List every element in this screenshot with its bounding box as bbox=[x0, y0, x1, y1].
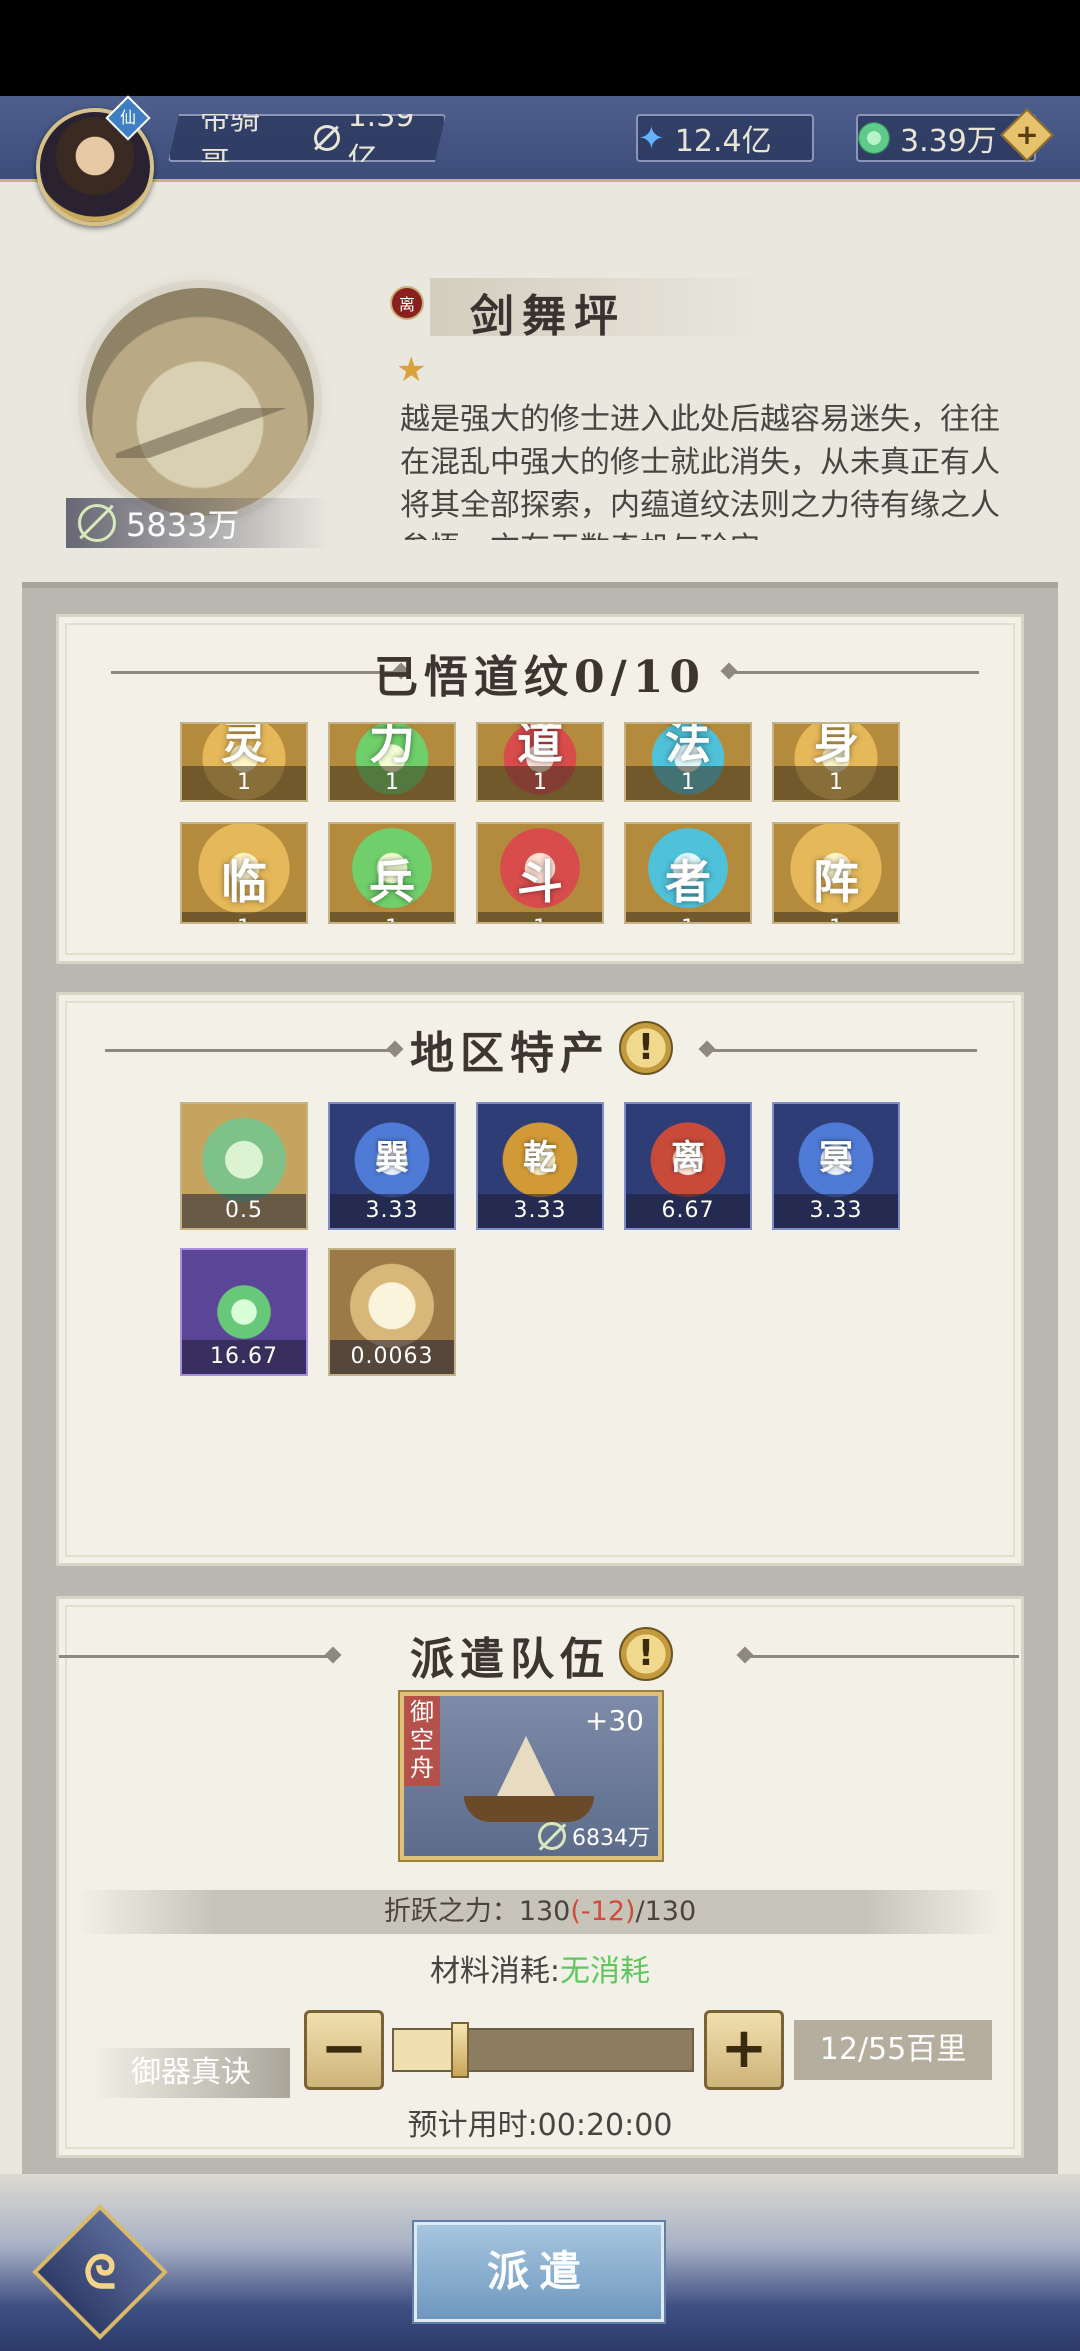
daowen-glyph: 灵 bbox=[221, 722, 267, 769]
specialty-item-glyph: 巽 bbox=[375, 1138, 409, 1178]
specialty-info-button[interactable]: ! bbox=[619, 1021, 673, 1075]
distance-slider-handle[interactable] bbox=[450, 2022, 469, 2078]
plus-icon: + bbox=[1015, 118, 1039, 151]
spirit-stone-pill: ✦ 12.4亿 bbox=[636, 114, 814, 162]
material-label: 材料消耗: bbox=[429, 1954, 561, 1989]
daowen-count: 1 bbox=[182, 766, 306, 800]
specialty-item[interactable]: 巽 3.33 bbox=[328, 1102, 456, 1230]
ship-level: +30 bbox=[584, 1704, 644, 1737]
daowen-count: 1 bbox=[478, 766, 602, 800]
specialty-item-value: 3.33 bbox=[478, 1194, 602, 1228]
ship-card[interactable]: 御空舟 +30 6834万 bbox=[400, 1692, 662, 1860]
daowen-tile[interactable]: 临1 bbox=[180, 822, 308, 924]
specialty-item-glyph: 乾 bbox=[523, 1138, 557, 1178]
daowen-glyph: 道 bbox=[517, 722, 563, 769]
material-value: 无消耗 bbox=[560, 1954, 651, 1989]
distance-slider[interactable] bbox=[392, 2022, 694, 2078]
daowen-glyph: 斗 bbox=[517, 855, 563, 909]
specialty-item-value: 0.0063 bbox=[330, 1340, 454, 1374]
increase-distance-button[interactable]: + bbox=[704, 2010, 784, 2090]
daowen-glyph: 身 bbox=[813, 722, 859, 769]
daowen-tile[interactable]: 兵1 bbox=[328, 822, 456, 924]
skill-label: 御器真诀 bbox=[92, 2048, 290, 2098]
realm-badge-label: 仙 bbox=[119, 108, 136, 127]
daowen-tile[interactable]: 者1 bbox=[624, 822, 752, 924]
specialty-item[interactable]: 离 6.67 bbox=[624, 1102, 752, 1230]
daowen-title: 已悟道纹0/10 bbox=[374, 652, 706, 703]
jump-power-row: 折跃之力：130(-12)/130 bbox=[78, 1890, 1002, 1934]
specialty-item-value: 3.33 bbox=[774, 1194, 898, 1228]
ship-power-value: 6834万 bbox=[572, 1826, 650, 1851]
daowen-tile[interactable]: 灵1 bbox=[180, 722, 308, 802]
area-power-badge: 5833万 bbox=[66, 498, 330, 548]
decrease-distance-button[interactable]: − bbox=[304, 2010, 384, 2090]
combat-power-icon bbox=[78, 504, 116, 542]
combat-power-icon bbox=[313, 125, 340, 151]
daowen-count: 1 bbox=[626, 766, 750, 800]
ship-type-label: 御空舟 bbox=[404, 1696, 440, 1786]
daowen-count: 1 bbox=[330, 912, 454, 922]
distance-value: 12/55百里 bbox=[794, 2020, 992, 2080]
specialty-item-value: 3.33 bbox=[330, 1194, 454, 1228]
daowen-count: 1 bbox=[182, 912, 306, 922]
jump-label: 折跃之力： bbox=[383, 1896, 519, 1927]
daowen-tile[interactable]: 道1 bbox=[476, 722, 604, 802]
combat-power-icon bbox=[538, 1822, 566, 1850]
daowen-tile[interactable]: 身1 bbox=[772, 722, 900, 802]
specialty-item-glyph: 离 bbox=[671, 1138, 705, 1178]
dispatch-button[interactable]: 派遣 bbox=[414, 2222, 664, 2322]
specialty-item[interactable]: 乾 3.33 bbox=[476, 1102, 604, 1230]
daowen-count: 1 bbox=[626, 912, 750, 922]
daowen-glyph: 者 bbox=[665, 855, 711, 909]
jump-value: 130 bbox=[518, 1896, 571, 1927]
star-icon: ★ bbox=[396, 350, 427, 390]
jump-max: /130 bbox=[635, 1896, 697, 1927]
ship-hull bbox=[464, 1796, 594, 1822]
area-name: 剑舞坪 bbox=[470, 291, 626, 342]
jump-cost: (-12) bbox=[570, 1896, 636, 1927]
daowen-count: 1 bbox=[774, 912, 898, 922]
daowen-tile[interactable]: 法1 bbox=[624, 722, 752, 802]
estimated-time: 预计用时:00:20:00 bbox=[407, 2108, 673, 2143]
team-title: 派遣队伍 bbox=[410, 1634, 610, 1685]
daowen-count: 1 bbox=[478, 912, 602, 922]
daowen-glyph: 法 bbox=[665, 722, 711, 769]
status-bar bbox=[0, 0, 1080, 96]
team-info-button[interactable]: ! bbox=[619, 1627, 673, 1681]
area-description: 越是强大的修士进入此处后越容易迷失，往往在混乱中强大的修士就此消失，从未真正有人… bbox=[400, 402, 1000, 540]
specialty-item[interactable]: 0.5 bbox=[180, 1102, 308, 1230]
area-power-value: 5833万 bbox=[126, 506, 240, 544]
menu-icon: ᘓ bbox=[83, 2245, 117, 2299]
specialty-item-value: 0.5 bbox=[182, 1194, 306, 1228]
material-cost-row: 材料消耗:无消耗 bbox=[0, 1946, 1080, 1990]
specialty-item[interactable]: 0.0063 bbox=[328, 1248, 456, 1376]
jade-amount: 3.39万 bbox=[900, 124, 997, 159]
player-info-pill[interactable]: 帝骑哥 1.39亿 bbox=[168, 114, 446, 162]
ship-sail bbox=[496, 1736, 556, 1798]
jade-coin-icon bbox=[858, 122, 890, 154]
ship-power-row: 6834万 bbox=[538, 1820, 650, 1852]
daowen-glyph: 阵 bbox=[813, 855, 859, 909]
specialty-title: 地区特产 bbox=[410, 1028, 610, 1079]
daowen-tile[interactable]: 力1 bbox=[328, 722, 456, 802]
specialty-item-value: 6.67 bbox=[626, 1194, 750, 1228]
daowen-glyph: 力 bbox=[369, 722, 415, 769]
spirit-crystal-icon: ✦ bbox=[638, 119, 665, 157]
daowen-glyph: 临 bbox=[221, 855, 267, 909]
specialty-item-glyph: 冥 bbox=[819, 1138, 853, 1178]
daowen-tile[interactable]: 斗1 bbox=[476, 822, 604, 924]
daowen-tile[interactable]: 阵1 bbox=[772, 822, 900, 924]
area-map-image bbox=[86, 288, 314, 516]
specialty-item-value: 16.67 bbox=[182, 1340, 306, 1374]
daowen-count: 1 bbox=[774, 766, 898, 800]
daowen-glyph: 兵 bbox=[369, 855, 415, 909]
specialty-item[interactable]: 16.67 bbox=[180, 1248, 308, 1376]
area-element-tag: 离 bbox=[390, 286, 424, 320]
spirit-amount: 12.4亿 bbox=[674, 124, 772, 159]
daowen-count: 1 bbox=[330, 766, 454, 800]
specialty-item[interactable]: 冥 3.33 bbox=[772, 1102, 900, 1230]
